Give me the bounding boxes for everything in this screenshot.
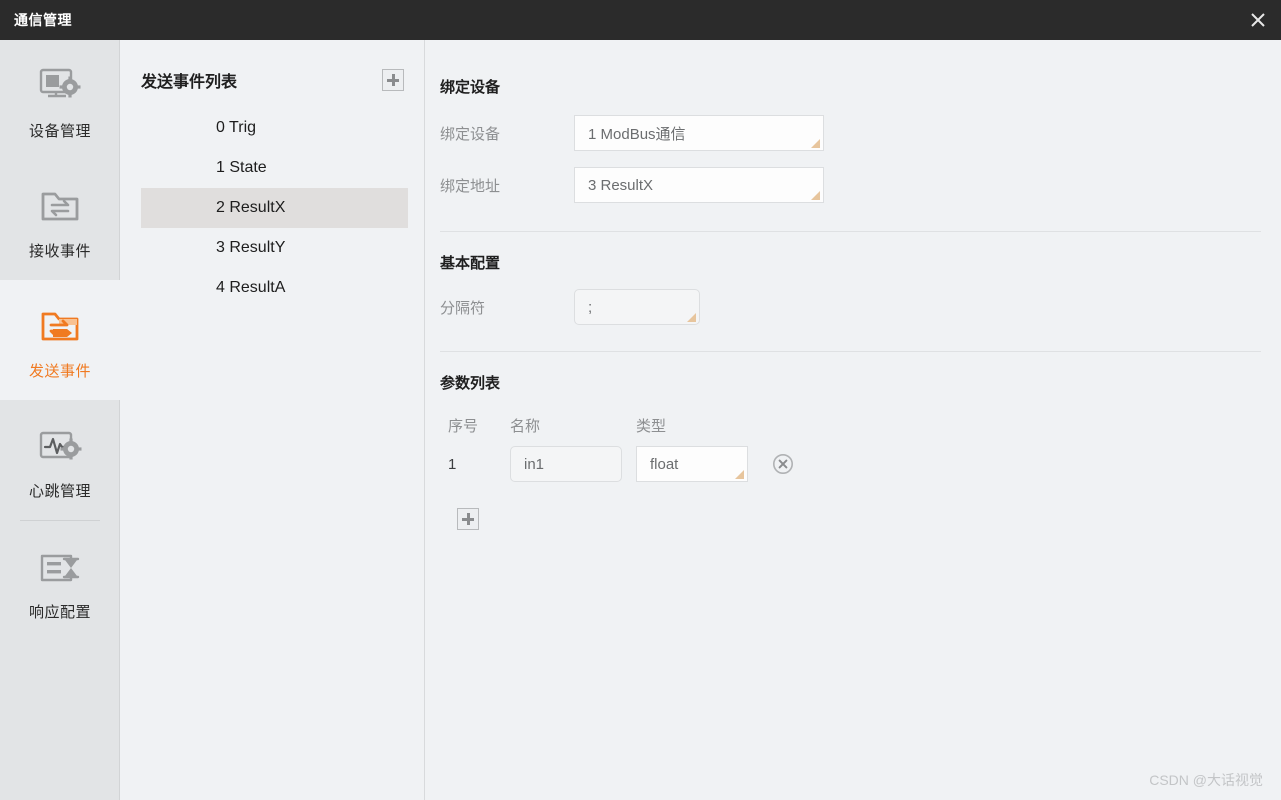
param-type-select[interactable]: float <box>636 446 748 482</box>
param-table-header: 序号 名称 类型 <box>448 415 1281 436</box>
sidebar-item-send-events[interactable]: 发送事件 <box>0 280 120 400</box>
list-item-label: 4 ResultA <box>216 279 286 296</box>
close-icon <box>1251 13 1265 27</box>
resize-grip-icon <box>735 470 744 479</box>
separator-value: ; <box>588 298 593 316</box>
param-name-input[interactable]: in1 <box>510 446 622 482</box>
param-section-title: 参数列表 <box>440 375 501 392</box>
bind-address-value: 3 ResultX <box>588 176 654 194</box>
monitor-gear-icon <box>36 60 84 112</box>
resize-grip-icon <box>687 313 696 322</box>
list-item[interactable]: 4 ResultA <box>141 268 408 308</box>
add-event-button[interactable] <box>382 69 404 91</box>
circle-x-icon <box>773 454 793 474</box>
plus-icon <box>462 513 474 525</box>
close-button[interactable] <box>1235 0 1281 40</box>
list-hourglass-icon <box>37 541 83 593</box>
list-item-label: 1 State <box>216 159 267 176</box>
folder-in-arrow-icon <box>38 180 82 232</box>
bind-address-select[interactable]: 3 ResultX <box>574 167 824 203</box>
add-param-button[interactable] <box>457 508 479 530</box>
column-header-name: 名称 <box>510 418 541 435</box>
bind-address-label: 绑定地址 <box>440 177 501 195</box>
separator-label: 分隔符 <box>440 299 486 317</box>
param-name-value: in1 <box>524 455 545 473</box>
list-item-label: 2 ResultX <box>216 199 286 216</box>
event-list-header: 发送事件列表 <box>121 40 424 92</box>
table-row: 1 in1 float <box>448 446 1281 482</box>
sidebar: 设备管理 接收事件 发送事件 心跳管理 响应配置 <box>0 40 120 800</box>
list-item[interactable]: 1 State <box>141 148 408 188</box>
app-window: 通信管理 设备管理 接收事件 发送事件 心跳管理 响应配置 发送事件列表 0 T… <box>0 0 1281 800</box>
sidebar-item-label: 接收事件 <box>28 242 91 260</box>
sidebar-item-label: 心跳管理 <box>28 482 91 500</box>
param-type-value: float <box>650 455 679 473</box>
sidebar-item-label: 响应配置 <box>28 603 91 621</box>
bind-address-row: 绑定地址 3 ResultX <box>440 167 1281 203</box>
sidebar-item-label: 发送事件 <box>28 362 91 380</box>
bind-device-label: 绑定设备 <box>440 125 501 143</box>
event-list-title: 发送事件列表 <box>141 74 238 91</box>
bind-device-value: 1 ModBus通信 <box>588 125 686 143</box>
heartbeat-gear-icon <box>36 420 84 472</box>
sidebar-item-receive-events[interactable]: 接收事件 <box>0 160 120 280</box>
column-header-index: 序号 <box>448 418 479 435</box>
sidebar-item-heartbeat-management[interactable]: 心跳管理 <box>0 400 120 520</box>
plus-icon <box>387 74 399 86</box>
column-header-type: 类型 <box>636 418 667 435</box>
separator-input[interactable]: ; <box>574 289 700 325</box>
sidebar-item-response-config[interactable]: 响应配置 <box>0 521 120 641</box>
folder-out-arrow-icon <box>38 300 82 352</box>
sidebar-item-device-management[interactable]: 设备管理 <box>0 40 120 160</box>
bind-section-title: 绑定设备 <box>440 79 501 96</box>
list-item-label: 3 ResultY <box>216 239 286 256</box>
window-title: 通信管理 <box>14 12 72 28</box>
bind-device-select[interactable]: 1 ModBus通信 <box>574 115 824 151</box>
resize-grip-icon <box>811 191 820 200</box>
section-divider <box>440 231 1261 232</box>
sidebar-item-label: 设备管理 <box>28 122 91 140</box>
bind-device-row: 绑定设备 1 ModBus通信 <box>440 115 1281 151</box>
watermark: CSDN @大话视觉 <box>1149 772 1263 788</box>
delete-param-button[interactable] <box>772 453 794 475</box>
separator-row: 分隔符 ; <box>440 289 1281 325</box>
event-list: 0 Trig 1 State 2 ResultX 3 ResultY 4 Res… <box>121 108 424 308</box>
param-index: 1 <box>448 455 457 473</box>
list-item-label: 0 Trig <box>216 119 257 136</box>
detail-panel: 绑定设备 绑定设备 1 ModBus通信 绑定地址 3 ResultX 基本配置… <box>426 40 1281 800</box>
basic-section-title: 基本配置 <box>440 255 501 272</box>
event-list-panel: 发送事件列表 0 Trig 1 State 2 ResultX 3 Result… <box>121 40 425 800</box>
resize-grip-icon <box>811 139 820 148</box>
section-divider <box>440 351 1261 352</box>
list-item[interactable]: 0 Trig <box>141 108 408 148</box>
list-item[interactable]: 2 ResultX <box>141 188 408 228</box>
title-bar: 通信管理 <box>0 0 1281 40</box>
list-item[interactable]: 3 ResultY <box>141 228 408 268</box>
